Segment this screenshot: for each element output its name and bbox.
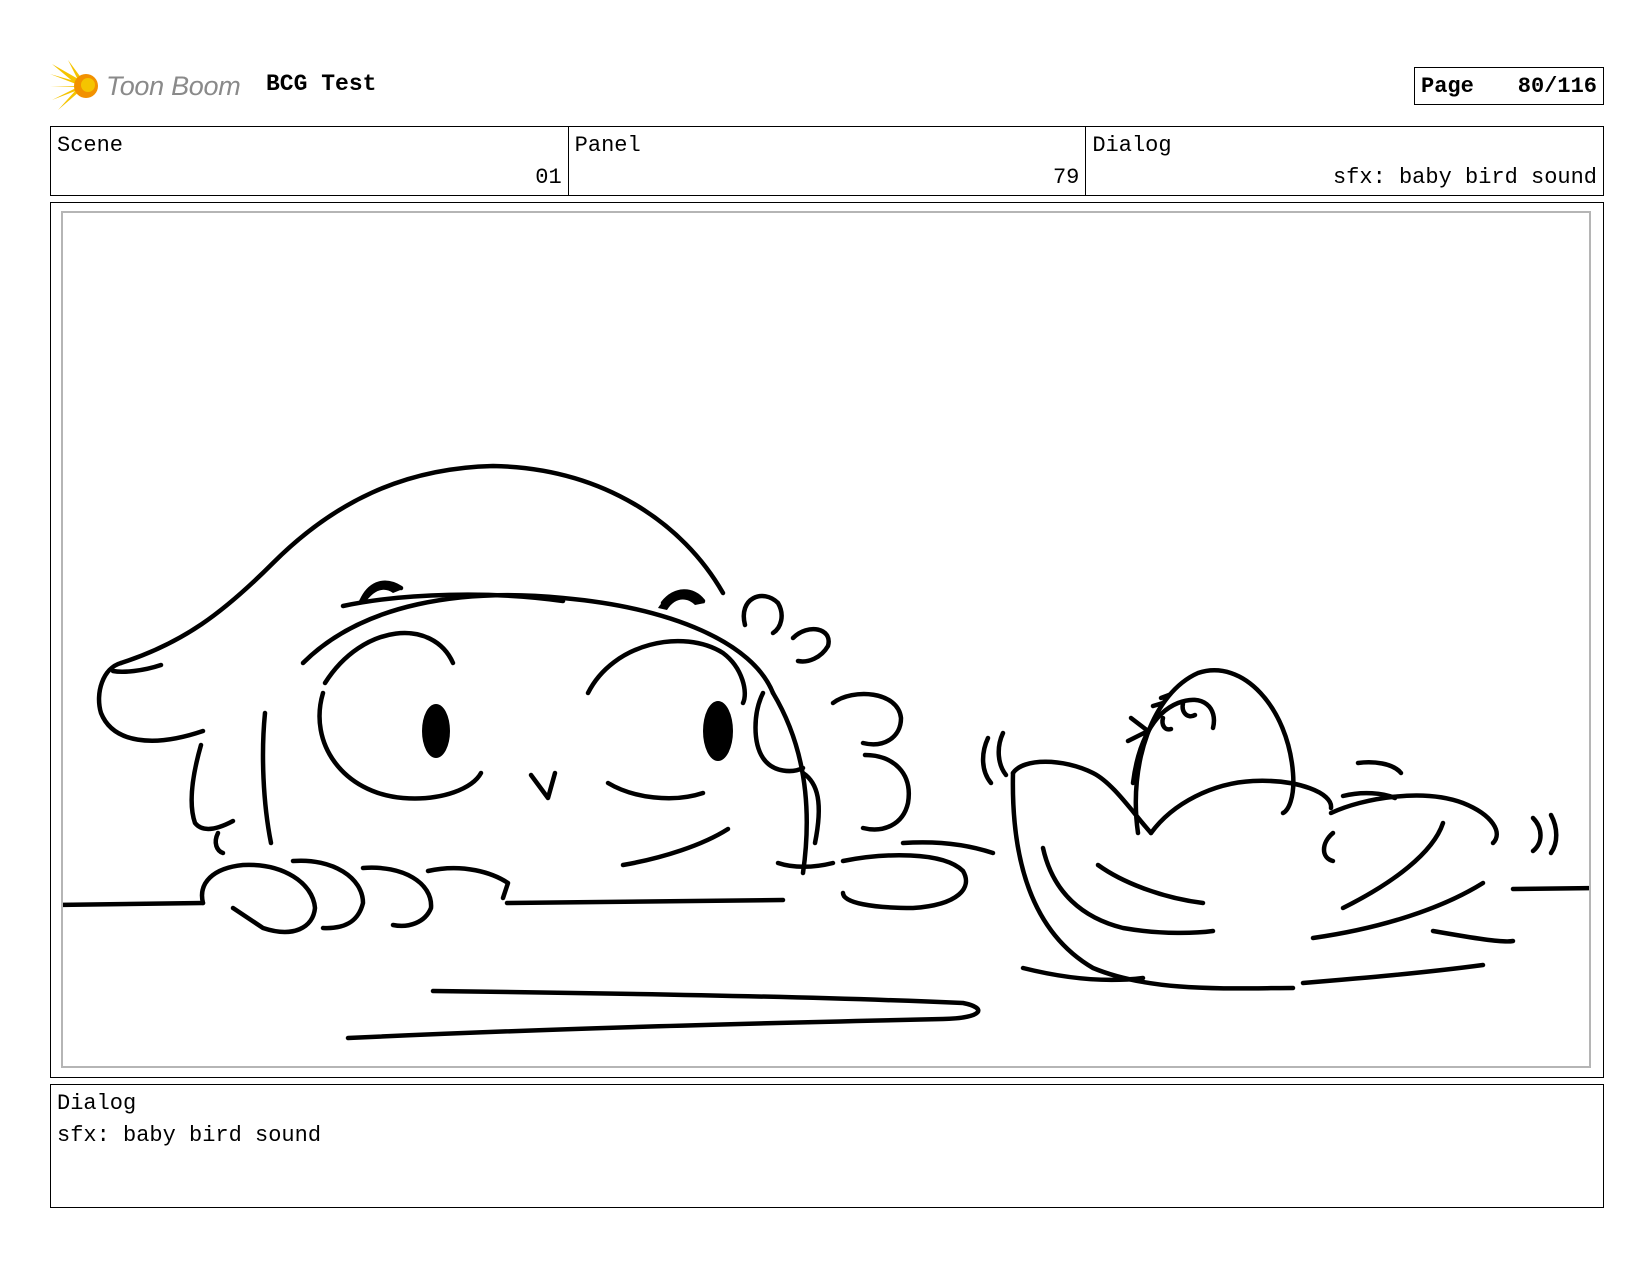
eye-left-outline <box>322 630 456 686</box>
bird-head <box>1130 697 1217 786</box>
egg-outline <box>1133 668 1296 836</box>
storyboard-header: Toon Boom BCG Test Page 80/116 <box>50 58 1604 114</box>
pupil-left <box>422 704 450 758</box>
table-stroke-1 <box>345 988 981 1041</box>
table-edge-left <box>63 900 206 908</box>
table-edge-right <box>1510 885 1589 892</box>
panel-value: 79 <box>1052 165 1080 190</box>
logo-text: Toon Boom <box>106 70 241 101</box>
dialog-cell-label: Dialog <box>1092 133 1172 158</box>
scene-value: 01 <box>535 165 562 190</box>
nose <box>528 770 558 801</box>
dialog-section-label: Dialog <box>57 1091 137 1116</box>
panel-frame <box>61 211 1591 1068</box>
panel-info-row: Scene 01 Panel 79 Dialog sfx: baby bird … <box>50 126 1604 196</box>
dialog-cell: Dialog sfx: baby bird sound <box>1086 127 1603 195</box>
pupil-right <box>703 701 733 761</box>
page-label: Page <box>1421 73 1474 99</box>
project-title: BCG Test <box>266 71 377 97</box>
table-edge-mid <box>504 897 786 906</box>
dialog-cell-value: sfx: baby bird sound <box>1332 165 1598 190</box>
eye-right-outline <box>585 639 748 706</box>
fingers-left <box>199 862 318 935</box>
page-number: 80/116 <box>1517 73 1597 99</box>
scene-cell: Scene 01 <box>51 127 569 195</box>
dialog-section-text: sfx: baby bird sound <box>57 1123 322 1148</box>
toon-boom-burst-icon <box>50 60 98 110</box>
panel-sketch <box>63 463 1589 1041</box>
hair-tip <box>96 660 206 743</box>
dialog-section: Dialog sfx: baby bird sound <box>50 1084 1604 1208</box>
storyboard-panel <box>50 202 1604 1078</box>
page-indicator: Page 80/116 <box>1414 67 1604 105</box>
panel-label: Panel <box>574 133 641 158</box>
mouth <box>620 826 731 868</box>
hair-curl <box>741 593 784 636</box>
scene-label: Scene <box>57 133 124 158</box>
motion-lines-left <box>980 735 994 786</box>
toon-boom-logo: Toon Boom <box>50 58 241 114</box>
panel-cell: Panel 79 <box>569 127 1087 195</box>
